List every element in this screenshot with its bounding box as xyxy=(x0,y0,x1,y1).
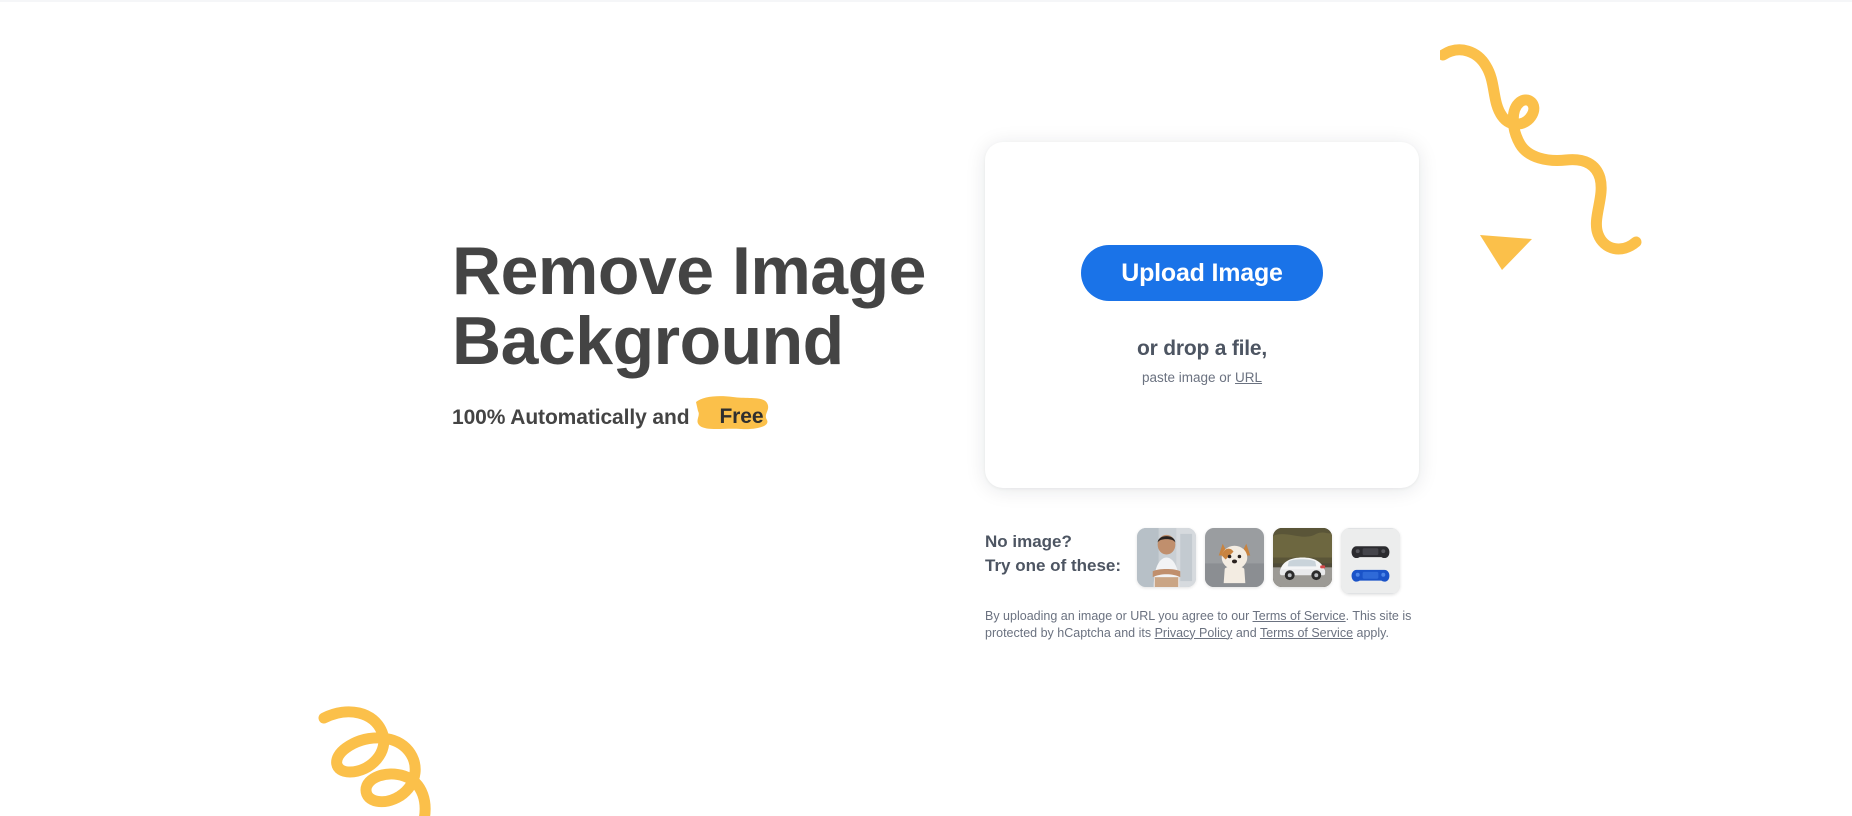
url-link[interactable]: URL xyxy=(1235,370,1262,385)
legal-part-3: and xyxy=(1232,625,1260,640)
hero-section: Remove Image Background 100% Automatical… xyxy=(452,236,1012,434)
privacy-policy-link[interactable]: Privacy Policy xyxy=(1155,626,1233,640)
sample-thumbnail-controllers[interactable] xyxy=(1341,528,1400,594)
squiggle-top-right-icon xyxy=(1437,22,1670,282)
landing-page: Remove Image Background 100% Automatical… xyxy=(0,0,1852,816)
paste-image-hint: paste image or URL xyxy=(1142,370,1262,385)
terms-of-service-link-2[interactable]: Terms of Service xyxy=(1260,626,1353,640)
page-title: Remove Image Background xyxy=(452,233,926,379)
terms-of-service-link-1[interactable]: Terms of Service xyxy=(1253,609,1346,623)
sample-thumbnail-car[interactable] xyxy=(1273,528,1332,587)
sample-thumbnail-man[interactable] xyxy=(1137,528,1196,587)
triangle-icon xyxy=(1478,232,1534,272)
free-badge: Free xyxy=(696,396,777,434)
free-badge-label: Free xyxy=(719,405,764,428)
paste-image-hint-prefix: paste image or xyxy=(1141,370,1236,385)
sample-thumbnail-dog[interactable] xyxy=(1205,528,1264,587)
upload-dropzone[interactable]: Upload Image or drop a file, paste image… xyxy=(985,142,1419,488)
legal-disclaimer: By uploading an image or URL you agree t… xyxy=(985,608,1417,641)
hero-subtitle-text: 100% Automatically and xyxy=(452,406,690,429)
sample-images-section: No image? Try one of these: xyxy=(985,528,1425,594)
hero-subtitle: 100% Automatically and Free xyxy=(452,396,1012,434)
legal-part-4: apply. xyxy=(1353,625,1389,640)
sample-thumbnail-list xyxy=(1137,528,1400,594)
upload-image-button[interactable]: Upload Image xyxy=(1081,245,1323,301)
legal-part-1: By uploading an image or URL you agree t… xyxy=(985,609,1253,623)
sample-images-label: No image? Try one of these: xyxy=(985,532,1122,575)
drop-file-text: or drop a file, xyxy=(1136,337,1267,360)
squiggle-bottom-left-icon xyxy=(300,690,480,816)
